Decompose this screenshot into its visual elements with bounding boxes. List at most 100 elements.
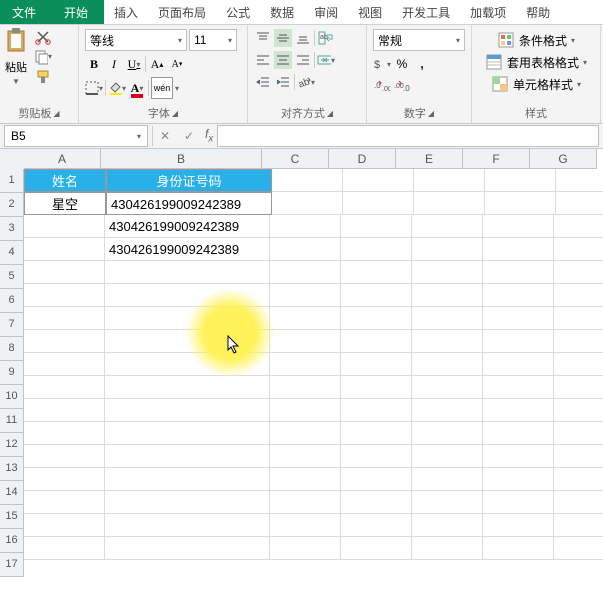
wrap-text-button[interactable]: ab: [317, 29, 335, 47]
cell[interactable]: [24, 261, 105, 284]
cell[interactable]: [270, 261, 341, 284]
number-launcher-icon[interactable]: ◢: [428, 109, 434, 118]
cell[interactable]: [483, 330, 554, 353]
orientation-button[interactable]: ab▾: [297, 73, 315, 91]
cell[interactable]: [105, 353, 270, 376]
column-header[interactable]: D: [329, 149, 396, 169]
cell[interactable]: [556, 169, 603, 192]
border-button[interactable]: ▾: [85, 79, 103, 97]
cell[interactable]: [270, 399, 341, 422]
conditional-format-button[interactable]: 条件格式▾: [476, 29, 596, 51]
table-format-button[interactable]: 套用表格格式▾: [476, 51, 596, 73]
phonetic-button[interactable]: wén: [151, 77, 173, 99]
decrease-decimal-button[interactable]: .00.0: [393, 77, 411, 95]
grow-font-button[interactable]: A▴: [148, 55, 166, 73]
cell[interactable]: [414, 169, 485, 192]
cell[interactable]: [341, 399, 412, 422]
cell[interactable]: [270, 376, 341, 399]
cancel-formula-button[interactable]: ✕: [153, 124, 177, 148]
cell[interactable]: 430426199009242389: [105, 215, 270, 238]
fx-icon[interactable]: fx: [201, 127, 217, 144]
column-header[interactable]: A: [24, 149, 101, 169]
row-header[interactable]: 9: [0, 361, 24, 385]
font-color-button[interactable]: A▾: [128, 79, 146, 97]
cell-style-button[interactable]: 单元格样式▾: [476, 73, 596, 95]
cell[interactable]: [341, 215, 412, 238]
tab-layout[interactable]: 页面布局: [148, 0, 216, 24]
column-header[interactable]: B: [101, 149, 262, 169]
row-header[interactable]: 4: [0, 241, 24, 265]
cell[interactable]: 星空: [24, 192, 106, 215]
cell[interactable]: [412, 307, 483, 330]
fill-color-button[interactable]: ▾: [108, 79, 126, 97]
cell[interactable]: [412, 445, 483, 468]
cell[interactable]: [343, 192, 414, 215]
cell[interactable]: [341, 307, 412, 330]
cell[interactable]: [412, 422, 483, 445]
cell[interactable]: [485, 169, 556, 192]
cell[interactable]: [485, 192, 556, 215]
cell[interactable]: [105, 468, 270, 491]
cell[interactable]: [105, 445, 270, 468]
cell[interactable]: [412, 261, 483, 284]
cell[interactable]: [554, 537, 603, 560]
cell[interactable]: [24, 238, 105, 261]
italic-button[interactable]: I: [105, 55, 123, 73]
cell[interactable]: 430426199009242389: [106, 192, 272, 215]
cell[interactable]: [554, 514, 603, 537]
cell[interactable]: [24, 537, 105, 560]
cell[interactable]: [412, 238, 483, 261]
cell[interactable]: [341, 261, 412, 284]
cell[interactable]: [341, 514, 412, 537]
cell[interactable]: [483, 376, 554, 399]
cell[interactable]: [412, 491, 483, 514]
cell[interactable]: [341, 376, 412, 399]
font-size-select[interactable]: 11▾: [189, 29, 237, 51]
cell[interactable]: [270, 353, 341, 376]
align-center-button[interactable]: [274, 51, 292, 69]
cell[interactable]: [483, 307, 554, 330]
cell[interactable]: [412, 215, 483, 238]
cell[interactable]: [556, 192, 603, 215]
cell[interactable]: [412, 353, 483, 376]
cell[interactable]: [341, 537, 412, 560]
paste-button[interactable]: 粘贴 ▼: [4, 27, 28, 86]
row-header[interactable]: 11: [0, 409, 24, 433]
tab-home[interactable]: 开始: [48, 0, 104, 24]
cell[interactable]: [24, 215, 105, 238]
tab-dev[interactable]: 开发工具: [392, 0, 460, 24]
cell[interactable]: [483, 468, 554, 491]
cell[interactable]: [24, 353, 105, 376]
cell[interactable]: [412, 376, 483, 399]
cell[interactable]: [24, 445, 105, 468]
bold-button[interactable]: B: [85, 55, 103, 73]
cell[interactable]: [483, 399, 554, 422]
cell[interactable]: [270, 307, 341, 330]
cell[interactable]: [412, 330, 483, 353]
tab-data[interactable]: 数据: [260, 0, 304, 24]
cell[interactable]: [24, 422, 105, 445]
cell[interactable]: [341, 468, 412, 491]
cell[interactable]: [24, 330, 105, 353]
row-header[interactable]: 12: [0, 433, 24, 457]
cell[interactable]: [483, 284, 554, 307]
cell[interactable]: [105, 284, 270, 307]
cell[interactable]: [341, 238, 412, 261]
cell[interactable]: [24, 491, 105, 514]
cell[interactable]: [483, 491, 554, 514]
cell[interactable]: [24, 468, 105, 491]
cell[interactable]: 430426199009242389: [105, 238, 270, 261]
column-header[interactable]: C: [262, 149, 329, 169]
cell[interactable]: [270, 215, 341, 238]
row-header[interactable]: 13: [0, 457, 24, 481]
cell[interactable]: [270, 514, 341, 537]
format-painter-button[interactable]: [34, 68, 52, 86]
cell[interactable]: [414, 192, 485, 215]
cell[interactable]: [554, 307, 603, 330]
cell[interactable]: [412, 537, 483, 560]
formula-input[interactable]: [217, 125, 599, 147]
cell[interactable]: [554, 445, 603, 468]
cell[interactable]: [270, 537, 341, 560]
decrease-indent-button[interactable]: [254, 73, 272, 91]
cell[interactable]: [554, 468, 603, 491]
